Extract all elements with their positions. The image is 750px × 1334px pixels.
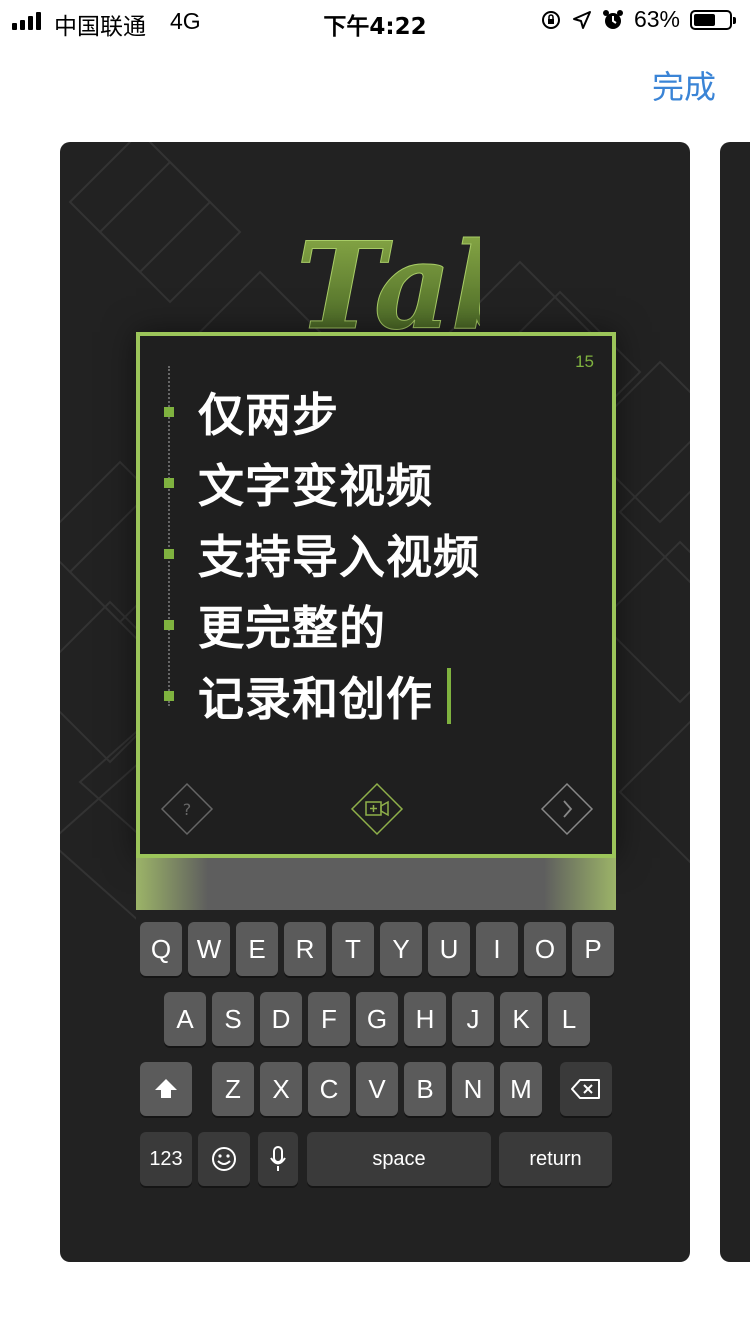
shift-arrow-icon xyxy=(155,1079,177,1098)
line-bullet xyxy=(164,406,174,417)
status-bar: 中国联通 4G 下午4:22 63% xyxy=(0,0,750,42)
key-f[interactable]: F xyxy=(308,992,350,1046)
key-h[interactable]: H xyxy=(404,992,446,1046)
preview-card: Tab 15 仅两步 文字变视频 支持导入视频 更完整的 xyxy=(60,142,690,1262)
key-p[interactable]: P xyxy=(572,922,614,976)
keyboard-accessory-bar xyxy=(136,858,616,910)
next-card-peek[interactable] xyxy=(720,142,750,1262)
key-w[interactable]: W xyxy=(188,922,230,976)
text-line[interactable]: 文字变视频 xyxy=(164,447,480,518)
key-c[interactable]: C xyxy=(308,1062,350,1116)
key-q[interactable]: Q xyxy=(140,922,182,976)
backspace-icon xyxy=(571,1079,600,1099)
shift-key[interactable] xyxy=(140,1062,192,1116)
microphone-icon xyxy=(270,1146,286,1171)
svg-text:?: ? xyxy=(183,800,192,819)
help-icon[interactable]: ? xyxy=(160,782,214,836)
line-text: 文字变视频 xyxy=(198,458,433,513)
keyboard: QWERTYUIOP ASDFGHJKL ZXCVBNM 123 space r… xyxy=(136,910,616,1195)
line-bullet xyxy=(164,477,174,488)
key-t[interactable]: T xyxy=(332,922,374,976)
key-v[interactable]: V xyxy=(356,1062,398,1116)
line-bullet xyxy=(164,619,174,630)
key-d[interactable]: D xyxy=(260,992,302,1046)
video-add-icon[interactable] xyxy=(350,782,404,836)
keyboard-row-3: ZXCVBNM xyxy=(136,1062,616,1118)
keyboard-row-4: 123 space return xyxy=(136,1132,616,1188)
key-r[interactable]: R xyxy=(284,922,326,976)
emoji-icon xyxy=(212,1147,236,1171)
location-arrow-icon xyxy=(572,10,591,29)
numbers-key[interactable]: 123 xyxy=(140,1132,192,1186)
text-line[interactable]: 仅两步 xyxy=(164,376,480,447)
key-n[interactable]: N xyxy=(452,1062,494,1116)
key-e[interactable]: E xyxy=(236,922,278,976)
delete-key[interactable] xyxy=(560,1062,612,1116)
line-text: 支持导入视频 xyxy=(198,529,480,584)
key-m[interactable]: M xyxy=(500,1062,542,1116)
line-bullet xyxy=(164,548,174,559)
line-bullet xyxy=(164,690,174,701)
key-g[interactable]: G xyxy=(356,992,398,1046)
key-s[interactable]: S xyxy=(212,992,254,1046)
logo-text: Tab xyxy=(296,216,480,340)
key-i[interactable]: I xyxy=(476,922,518,976)
emoji-key[interactable] xyxy=(198,1132,250,1186)
battery-icon xyxy=(690,9,736,30)
text-editor-panel[interactable]: 15 仅两步 文字变视频 支持导入视频 更完整的 记录和创作 ? xyxy=(136,332,616,858)
key-x[interactable]: X xyxy=(260,1062,302,1116)
next-chevron-icon[interactable] xyxy=(540,782,594,836)
key-j[interactable]: J xyxy=(452,992,494,1046)
key-b[interactable]: B xyxy=(404,1062,446,1116)
key-k[interactable]: K xyxy=(500,992,542,1046)
space-key[interactable]: space xyxy=(307,1132,491,1186)
tab-logo: Tab xyxy=(290,210,536,358)
text-line[interactable]: 更完整的 xyxy=(164,589,480,660)
line-text: 仅两步 xyxy=(198,387,339,442)
dictation-key[interactable] xyxy=(258,1132,298,1186)
line-text: 更完整的 xyxy=(198,600,386,655)
key-y[interactable]: Y xyxy=(380,922,422,976)
alarm-icon xyxy=(602,9,623,29)
key-a[interactable]: A xyxy=(164,992,206,1046)
text-cursor xyxy=(447,667,451,724)
keyboard-row-2: ASDFGHJKL xyxy=(136,992,616,1048)
key-u[interactable]: U xyxy=(428,922,470,976)
line-text: 记录和创作 xyxy=(198,671,433,726)
return-key[interactable]: return xyxy=(499,1132,612,1186)
done-button[interactable]: 完成 xyxy=(652,62,716,108)
text-line[interactable]: 记录和创作 xyxy=(164,660,480,731)
key-l[interactable]: L xyxy=(548,992,590,1046)
key-o[interactable]: O xyxy=(524,922,566,976)
text-line[interactable]: 支持导入视频 xyxy=(164,518,480,589)
key-z[interactable]: Z xyxy=(212,1062,254,1116)
battery-percent: 63% xyxy=(633,6,680,32)
keyboard-row-1: QWERTYUIOP xyxy=(136,922,616,978)
rotation-lock-icon xyxy=(541,10,560,29)
character-counter: 15 xyxy=(575,352,594,371)
